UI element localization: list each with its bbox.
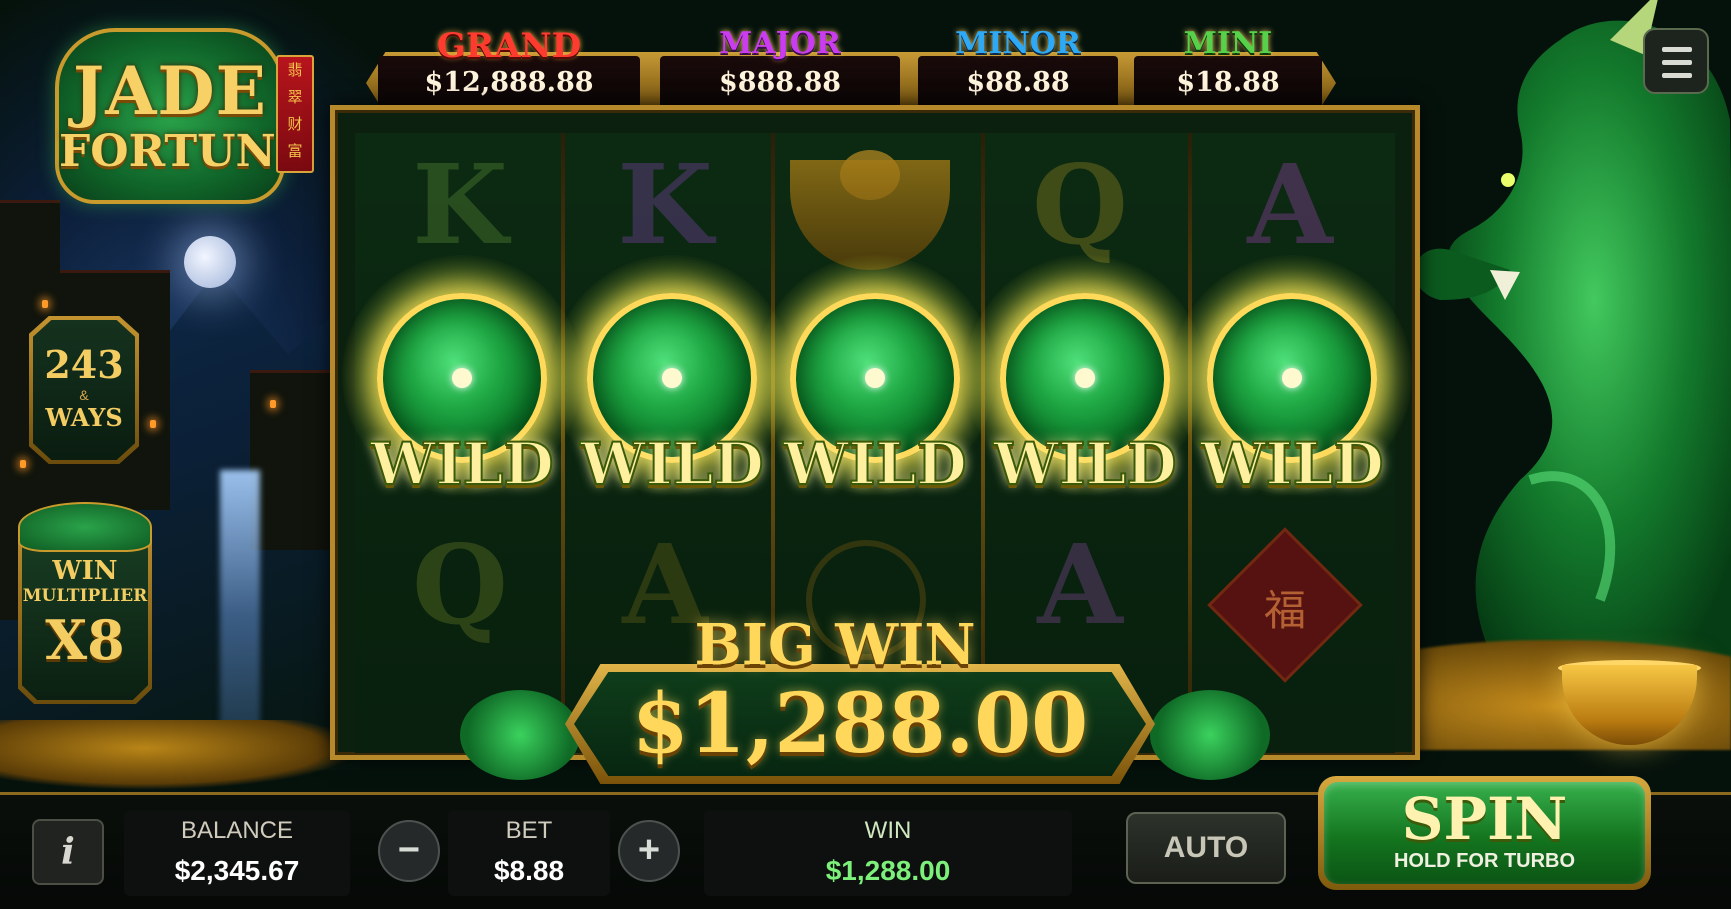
wild-symbol: WILD (552, 255, 792, 505)
decrease-bet-button[interactable]: − (378, 820, 440, 882)
big-win-amount: $1,288.00 (631, 676, 1089, 772)
lantern (20, 460, 26, 468)
symbol-k: K (412, 140, 508, 269)
gold-coins-pile (0, 720, 360, 790)
jackpot-minor-label: MINOR (955, 26, 1081, 61)
bet-label: BET (505, 817, 553, 844)
hamburger-icon (1662, 47, 1692, 52)
wild-label: WILD (369, 429, 554, 499)
logo-title-line2: FORTUNE (59, 126, 310, 177)
lantern (150, 420, 156, 428)
jade-cloud (1150, 690, 1270, 780)
tag-char: 财 (287, 115, 303, 133)
bet-value: $8.88 (493, 855, 565, 886)
pagoda (250, 370, 330, 550)
game-scene: JADE FORTUNE 翡 翠 财 富 243 & WAYS WIN MULT… (0, 0, 1731, 909)
wild-label: WILD (1199, 429, 1384, 499)
menu-button[interactable] (1643, 28, 1709, 94)
jackpot-grand: GRAND $12,888.88 (378, 26, 640, 110)
balance-value: $2,345.67 (174, 855, 300, 886)
logo-chinese-tag: 翡 翠 财 富 (276, 55, 314, 173)
autoplay-button[interactable]: AUTO (1126, 812, 1286, 884)
fu-character: 福 (1263, 586, 1306, 635)
symbol-k: K (617, 140, 713, 269)
balance-label: BALANCE (180, 817, 294, 844)
symbol-q: Q (412, 520, 508, 649)
tag-char: 翡 (287, 61, 303, 79)
moon (184, 236, 236, 288)
hamburger-icon (1662, 73, 1692, 78)
big-win-title: BIG WIN (694, 612, 976, 678)
lantern (270, 400, 276, 408)
symbol-a: A (1247, 140, 1333, 269)
symbol-q: Q (1032, 140, 1128, 269)
wild-label: WILD (782, 429, 967, 499)
jackpot-mini-value: $18.88 (1176, 67, 1280, 98)
logo-title-line1: JADE (73, 52, 267, 130)
wild-symbol: WILD (755, 255, 995, 505)
waterfall (220, 470, 260, 760)
tag-char: 富 (287, 142, 303, 160)
jackpot-major: MAJOR $888.88 (660, 26, 900, 110)
bet-display: BET $8.88 (448, 810, 610, 896)
jackpot-minor: MINOR $88.88 (918, 26, 1118, 110)
wild-label: WILD (992, 429, 1177, 499)
wild-symbol: WILD (1172, 255, 1412, 505)
ways-label: WAYS (45, 403, 123, 432)
jackpot-mini-label: MINI (1183, 26, 1273, 61)
jade-cloud (460, 690, 580, 780)
info-button[interactable]: i (32, 819, 104, 885)
game-logo: JADE FORTUNE (55, 28, 310, 204)
spin-label: SPIN (1401, 785, 1568, 853)
jackpot-minor-value: $88.88 (966, 67, 1070, 98)
ways-panel: 243 & WAYS (29, 316, 139, 464)
multiplier-label-win: WIN (52, 556, 118, 586)
wild-symbol: WILD (342, 255, 582, 505)
jackpot-grand-label: GRAND (436, 26, 582, 66)
win-label: WIN (864, 817, 912, 844)
spin-button[interactable]: SPIN HOLD FOR TURBO (1324, 782, 1645, 884)
jackpot-mini: MINI $18.88 (1134, 26, 1322, 110)
win-display: WIN $1,288.00 (704, 810, 1072, 896)
increase-bet-button[interactable]: + (618, 820, 680, 882)
jackpot-major-value: $888.88 (718, 67, 842, 98)
lantern (42, 300, 48, 308)
wild-symbol: WILD (965, 255, 1205, 505)
info-icon: i (61, 831, 75, 873)
balance-display: BALANCE $2,345.67 (124, 810, 350, 896)
hamburger-icon (1662, 60, 1692, 65)
tag-char: 翠 (287, 88, 303, 106)
spin-sublabel: HOLD FOR TURBO (1393, 850, 1576, 872)
win-value: $1,288.00 (825, 855, 951, 886)
jackpot-major-label: MAJOR (719, 26, 841, 61)
ways-count: 243 (44, 342, 124, 387)
ways-ampersand: & (79, 387, 89, 403)
jade-dragon (1414, 0, 1731, 720)
multiplier-label: MULTIPLIER (22, 586, 148, 606)
jade-ornament (18, 502, 152, 552)
multiplier-value: X8 (45, 608, 125, 672)
